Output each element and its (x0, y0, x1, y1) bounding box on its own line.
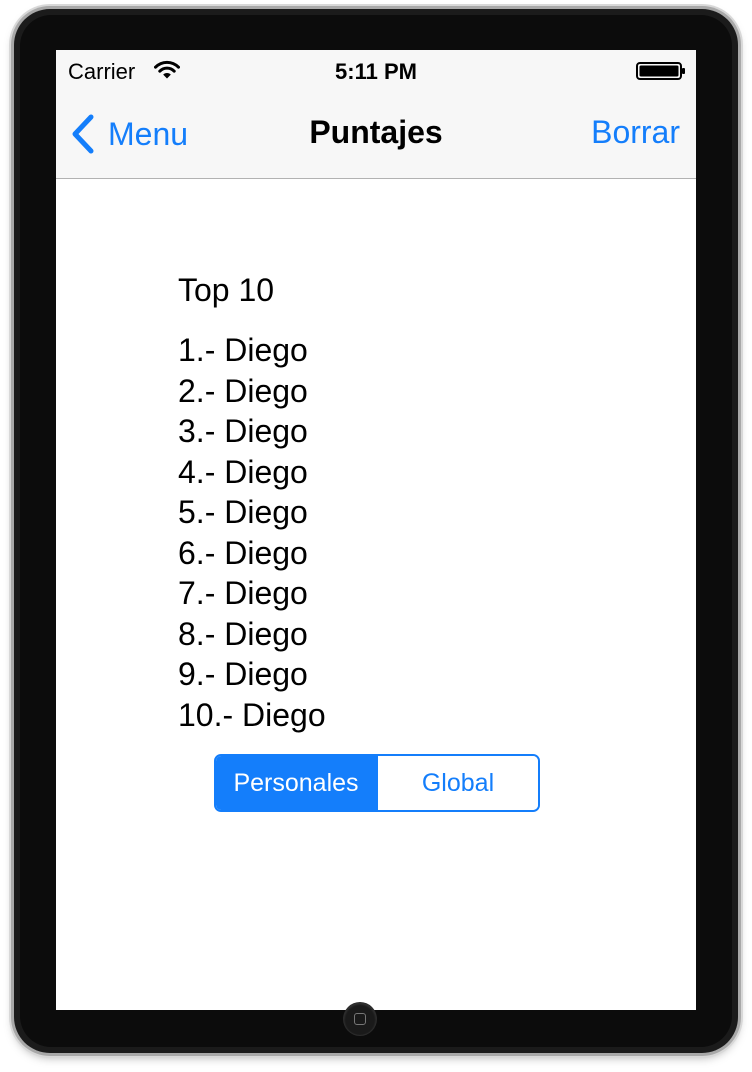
scope-segmented-control: Personales Global (214, 754, 540, 812)
score-item: 7.- Diego (178, 575, 308, 611)
score-item: 10.- Diego (178, 696, 326, 733)
scores-panel: Top 10 1.- Diego 2.- Diego 3.- Diego 4.-… (178, 270, 326, 735)
navigation-bar: Menu Puntajes Borrar (56, 90, 696, 179)
score-item: 8.- Diego (178, 615, 308, 652)
battery-icon (636, 62, 685, 80)
score-item: 9.- Diego (178, 656, 308, 692)
score-item: 6.- Diego (178, 534, 308, 571)
status-time: 5:11 PM (335, 59, 417, 84)
home-square-icon (354, 1013, 366, 1025)
score-item: 5.- Diego (178, 494, 308, 530)
score-item: 1.- Diego (178, 332, 308, 368)
score-item: 3.- Diego (178, 413, 308, 449)
scores-title: Top 10 (178, 272, 275, 308)
score-list: 1.- Diego 2.- Diego 3.- Diego 4.- Diego … (178, 330, 326, 735)
app-screen: Carrier 5:11 PM Menu Puntajes Borrar Top… (56, 50, 696, 1010)
segment-personal[interactable]: Personales (216, 756, 376, 810)
home-button[interactable] (344, 1003, 376, 1035)
clear-button[interactable]: Borrar (591, 114, 680, 151)
score-item: 2.- Diego (178, 372, 308, 409)
status-bar: Carrier 5:11 PM (56, 50, 696, 90)
score-item: 4.- Diego (178, 453, 308, 490)
segment-global[interactable]: Global (376, 756, 538, 810)
